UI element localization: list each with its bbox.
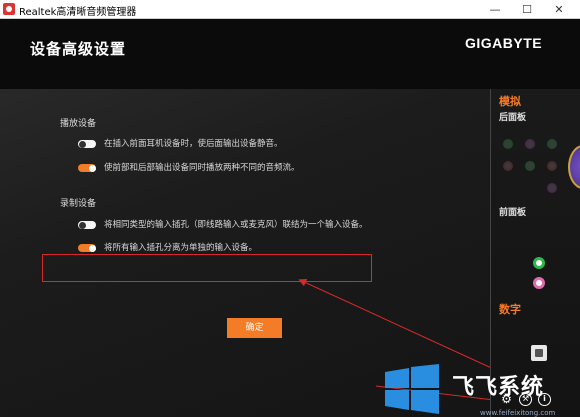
- window-title: Realtek高清晰音频管理器: [19, 7, 137, 18]
- spdif-port-icon[interactable]: [531, 345, 547, 361]
- maximize-button[interactable]: ☐: [512, 0, 542, 19]
- rear-panel-label: 后面板: [499, 113, 527, 123]
- realtek-app-icon: [3, 3, 15, 15]
- digital-title: 数字: [499, 303, 521, 316]
- front-panel-label: 前面板: [499, 208, 527, 218]
- rear-jack[interactable]: [503, 139, 513, 149]
- volume-knob[interactable]: [568, 145, 580, 189]
- rear-jack[interactable]: [547, 139, 557, 149]
- analog-title: 模拟: [499, 95, 521, 108]
- bottom-toolbar: ⚙ ⚒ i: [0, 393, 580, 407]
- watermark: 飞飞系统 www.feifeixitong.com: [380, 361, 580, 417]
- rear-jack[interactable]: [547, 161, 557, 171]
- close-button[interactable]: ✕: [544, 0, 574, 19]
- minimize-button[interactable]: —: [480, 0, 510, 19]
- rear-jack[interactable]: [525, 139, 535, 149]
- wrench-icon[interactable]: ⚒: [519, 393, 532, 406]
- front-mic-jack[interactable]: [533, 277, 545, 289]
- info-icon[interactable]: i: [538, 393, 551, 406]
- rear-jack[interactable]: [503, 161, 513, 171]
- gear-icon[interactable]: ⚙: [500, 393, 513, 406]
- watermark-url: www.feifeixitong.com: [480, 409, 556, 417]
- title-bar: Realtek高清晰音频管理器 — ☐ ✕: [0, 0, 580, 19]
- app-client-area: 设备高级设置 GIGABYTE 播放设备 在插入前面耳机设备时，使后面输出设备静…: [0, 19, 580, 417]
- front-headphone-jack[interactable]: [533, 257, 545, 269]
- rear-jack[interactable]: [525, 161, 535, 171]
- rear-jack[interactable]: [547, 183, 557, 193]
